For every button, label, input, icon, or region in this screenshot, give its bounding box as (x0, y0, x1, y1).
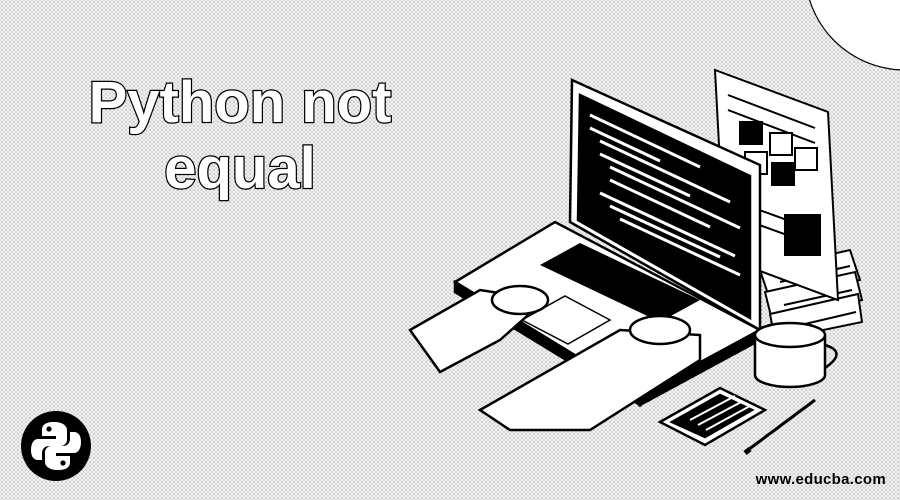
coffee-mug-icon (753, 321, 838, 389)
smartphone-icon (657, 386, 768, 447)
python-logo-icon (21, 411, 91, 481)
banner: Python not equal www.educba.com (0, 0, 900, 500)
illustration (408, 68, 864, 455)
watermark: www.educba.com (755, 471, 886, 488)
